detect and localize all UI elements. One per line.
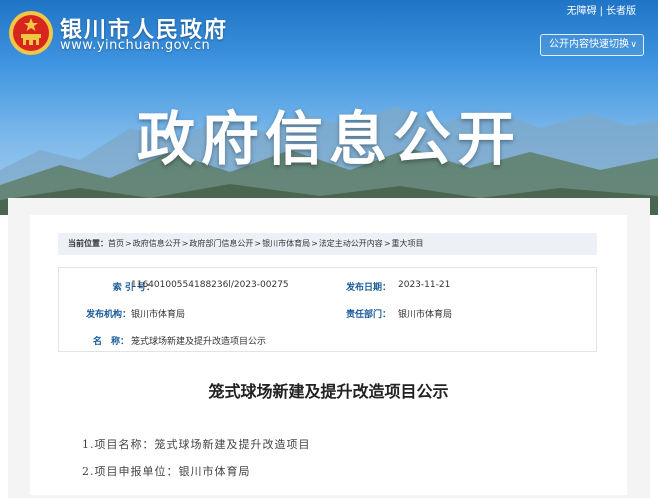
- org-value: 银川市体育局: [131, 310, 186, 320]
- name-label: 名 称：: [92, 337, 129, 347]
- quick-switch-dropdown[interactable]: 公开内容快速切换 ∨: [540, 34, 644, 56]
- accessibility-link[interactable]: 无障碍: [567, 6, 597, 17]
- breadcrumb-item-gov-info[interactable]: 政府信息公开: [133, 239, 181, 248]
- article-line: 2.项目申报单位：银川市体育局: [82, 465, 251, 478]
- content-card: [30, 215, 627, 495]
- breadcrumb-item-major-projects[interactable]: 重大项目: [392, 239, 424, 248]
- chevron-down-icon: ∨: [630, 40, 637, 50]
- dept-label: 责任部门：: [345, 310, 391, 320]
- breadcrumb-separator: >: [125, 239, 132, 248]
- date-value: 2023-11-21: [398, 280, 451, 290]
- breadcrumb-item-sports-bureau[interactable]: 银川市体育局: [262, 239, 310, 248]
- index-value: 11640100554188236l/2023-00275: [131, 280, 289, 290]
- quick-switch-label: 公开内容快速切换: [549, 39, 629, 50]
- article-line: 1.项目名称：笼式球场新建及提升改造项目: [82, 438, 311, 451]
- date-label: 发布日期：: [345, 283, 391, 293]
- breadcrumb-separator: >: [311, 239, 318, 248]
- document-metadata: 索 引 号： 11640100554188236l/2023-00275 发布日…: [58, 267, 597, 352]
- top-links: 无障碍 | 长者版: [567, 2, 636, 17]
- breadcrumb-item-statutory[interactable]: 法定主动公开内容: [319, 239, 383, 248]
- breadcrumb-separator: >: [181, 239, 189, 248]
- header-banner: 银川市人民政府 www.yinchuan.gov.cn 无障碍 | 长者版 公开内容…: [0, 0, 658, 215]
- breadcrumb: 当前位置：首页>政府信息公开>政府部门信息公开>银川市体育局>法定主动公开内容>…: [58, 233, 597, 255]
- breadcrumb-item-home[interactable]: 首页: [108, 239, 124, 248]
- breadcrumb-label: 当前位置：: [68, 239, 108, 248]
- breadcrumb-item-dept-info[interactable]: 政府部门信息公开: [189, 239, 253, 248]
- link-separator: |: [599, 6, 603, 17]
- breadcrumb-separator: >: [254, 239, 262, 248]
- dept-value: 银川市体育局: [398, 310, 453, 320]
- national-emblem-icon: [9, 11, 53, 55]
- site-url: www.yinchuan.gov.cn: [60, 38, 211, 53]
- article-title: 笼式球场新建及提升改造项目公示: [208, 382, 449, 401]
- breadcrumb-separator: >: [383, 239, 391, 248]
- elder-mode-link[interactable]: 长者版: [606, 6, 636, 17]
- org-label: 发布机构：: [85, 310, 131, 320]
- name-value: 笼式球场新建及提升改造项目公示: [131, 337, 267, 347]
- hero-title: 政府信息公开: [136, 105, 521, 173]
